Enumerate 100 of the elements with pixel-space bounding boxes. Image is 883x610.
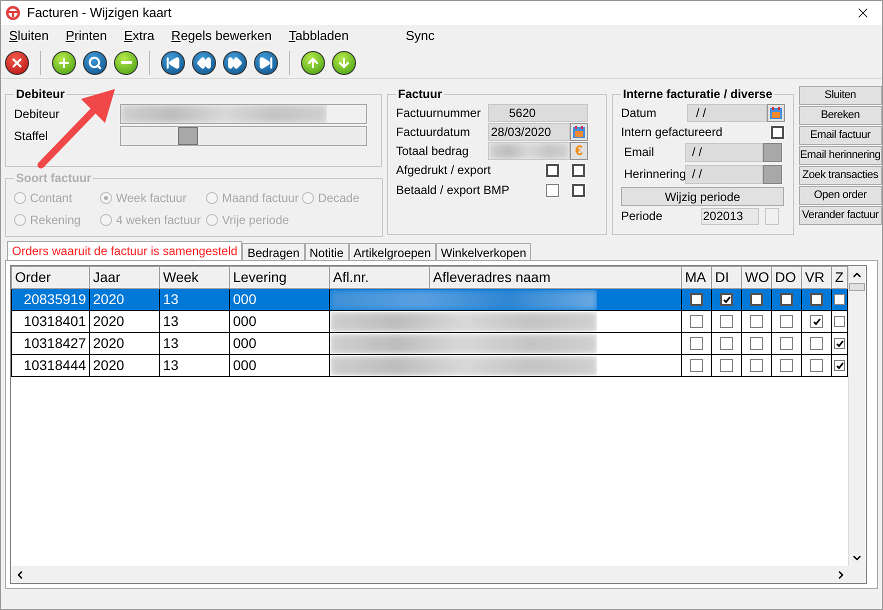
checkbox[interactable] — [720, 337, 733, 350]
tab[interactable]: Winkelverkopen — [436, 243, 532, 260]
checkbox[interactable] — [780, 359, 793, 372]
first-record-button[interactable] — [161, 50, 185, 74]
previous-button[interactable] — [192, 50, 216, 74]
checkbox[interactable] — [810, 359, 823, 372]
menu-item[interactable]: Tabbladen — [288, 26, 349, 46]
table-cell: 000 — [230, 310, 330, 332]
close-button[interactable] — [5, 50, 29, 74]
checkbox[interactable] — [771, 126, 784, 138]
add-button[interactable] — [52, 50, 76, 74]
column-header[interactable]: WO — [742, 266, 772, 288]
checkbox[interactable] — [720, 293, 733, 306]
column-header[interactable]: Afl.nr. — [330, 266, 430, 288]
calendar-icon[interactable] — [767, 104, 785, 122]
date-field[interactable]: / / — [687, 104, 767, 122]
checkbox[interactable] — [690, 293, 703, 306]
column-header[interactable]: Week — [160, 266, 230, 288]
checkbox[interactable] — [780, 315, 793, 328]
menu-item[interactable]: Extra — [124, 26, 154, 46]
calendar-icon[interactable] — [570, 122, 588, 140]
side-button[interactable]: Verander factuur — [799, 206, 882, 225]
checkbox[interactable] — [834, 316, 845, 327]
table-row[interactable]: 20835919 2020 13 000 — [12, 288, 848, 310]
last-record-button[interactable] — [254, 50, 278, 74]
column-header[interactable]: Levering — [230, 266, 330, 288]
horizontal-scrollbar[interactable] — [11, 566, 866, 583]
side-button[interactable]: Email factuur — [799, 126, 882, 145]
date-field[interactable]: / / — [685, 142, 763, 162]
menu-item[interactable]: Printen — [66, 26, 107, 46]
side-button[interactable]: Bereken — [799, 106, 882, 125]
picker-button[interactable] — [763, 164, 782, 184]
tab[interactable]: Orders waaruit de factuur is samengesteld — [7, 241, 242, 260]
column-header[interactable]: Order — [12, 266, 90, 288]
side-button[interactable]: Open order — [799, 186, 882, 205]
wijzig-periode-button[interactable]: Wijzig periode — [621, 187, 784, 206]
move-down-button[interactable] — [332, 50, 356, 74]
table-row[interactable]: 10318444 2020 13 000 — [12, 354, 848, 376]
date-field[interactable]: 28/03/2020 — [488, 122, 570, 140]
search-button[interactable] — [83, 50, 107, 74]
date-field[interactable]: / / — [685, 164, 763, 184]
tab[interactable]: Artikelgroepen — [348, 243, 436, 260]
checkbox[interactable] — [690, 315, 703, 328]
invoice-number-field[interactable]: 5620 — [488, 104, 588, 122]
checkbox[interactable] — [690, 337, 703, 350]
periode-field[interactable]: 202013 — [701, 208, 759, 224]
picker-button[interactable] — [763, 142, 782, 162]
move-up-button[interactable] — [301, 50, 325, 74]
menu-item[interactable]: Sync — [406, 26, 435, 46]
checkbox[interactable] — [834, 338, 845, 349]
checkbox[interactable] — [810, 337, 823, 350]
staffel-slider[interactable] — [120, 126, 367, 146]
column-header[interactable]: VR — [802, 266, 832, 288]
checkmark-icon — [812, 318, 820, 326]
scroll-thumb[interactable] — [849, 283, 865, 291]
remove-button[interactable] — [114, 50, 138, 74]
side-button[interactable]: Email herinnering — [799, 146, 882, 165]
small-field[interactable] — [765, 208, 779, 224]
debiteur-field[interactable] — [120, 104, 367, 124]
vertical-scrollbar[interactable] — [848, 266, 865, 566]
side-button[interactable]: Sluiten — [799, 86, 882, 105]
column-header[interactable]: Jaar — [90, 266, 160, 288]
checkbox[interactable] — [750, 315, 763, 328]
slider-thumb[interactable] — [178, 127, 198, 145]
checkbox[interactable] — [750, 293, 763, 306]
tab[interactable]: Notitie — [304, 243, 349, 260]
column-header[interactable]: MA — [682, 266, 712, 288]
checkbox[interactable] — [720, 359, 733, 372]
column-header[interactable]: DO — [772, 266, 802, 288]
checkbox[interactable] — [780, 293, 793, 306]
group-title: Interne facturatie / diverse — [622, 86, 774, 103]
checkbox[interactable] — [690, 359, 703, 372]
checkbox[interactable] — [834, 360, 845, 371]
column-header[interactable]: Z — [832, 266, 848, 288]
menu-item[interactable]: Sluiten — [9, 26, 49, 46]
column-header[interactable]: Afleveradres naam — [430, 266, 682, 288]
checkbox[interactable] — [780, 337, 793, 350]
checkbox[interactable] — [546, 164, 559, 176]
checkbox[interactable] — [834, 294, 845, 305]
checkbox[interactable] — [750, 359, 763, 372]
field-label: Periode — [621, 208, 664, 225]
checkbox[interactable] — [810, 293, 823, 306]
side-button[interactable]: Zoek transacties — [799, 166, 882, 185]
checkbox[interactable] — [750, 337, 763, 350]
tab[interactable]: Bedragen — [242, 243, 304, 260]
checkmark-icon — [722, 296, 730, 304]
column-header[interactable]: DI — [712, 266, 742, 288]
checkbox[interactable] — [720, 315, 733, 328]
checkbox[interactable] — [572, 184, 585, 196]
table-row[interactable]: 10318427 2020 13 000 — [12, 332, 848, 354]
field-label: Totaal bedrag — [396, 142, 470, 160]
table-row[interactable]: 10318401 2020 13 000 — [12, 310, 848, 332]
field-label: Datum — [621, 105, 658, 122]
checkbox[interactable] — [546, 184, 559, 196]
checkbox[interactable] — [810, 315, 823, 328]
checkbox[interactable] — [572, 164, 585, 176]
table-cell: 2020 — [90, 310, 160, 332]
menu-item[interactable]: Regels bewerken — [171, 26, 272, 46]
radio-label: Decade — [318, 190, 360, 207]
next-button[interactable] — [223, 50, 247, 74]
